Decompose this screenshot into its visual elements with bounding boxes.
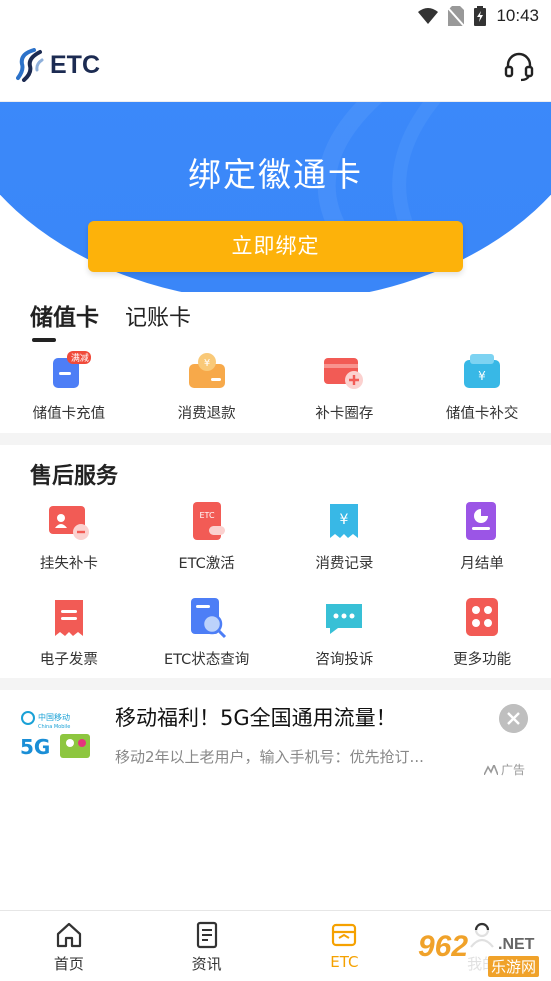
ad-banner[interactable]: 中国移动 China Mobile 5G 移动福利！5G全国通用流量！ 移动2年… — [0, 690, 551, 790]
card-recharge-item[interactable]: 满减 储值卡充值 — [0, 350, 138, 423]
monthly-statement-item[interactable]: 月结单 — [413, 500, 551, 573]
consumption-record-label: 消费记录 — [315, 556, 374, 572]
battery-icon — [474, 6, 487, 26]
bind-now-button[interactable]: 立即绑定 — [88, 221, 463, 272]
app-header: ETC — [0, 34, 551, 102]
etc-activate-label: ETC激活 — [178, 556, 235, 572]
more-functions-label: 更多功能 — [453, 652, 512, 668]
home-icon — [56, 922, 81, 948]
nav-home[interactable]: 首页 — [0, 911, 138, 981]
china-mobile-5g-logo: 中国移动 China Mobile 5G — [20, 711, 90, 759]
card-load-icon — [324, 358, 364, 389]
etc-logo-icon — [16, 48, 44, 82]
tab-credit-card[interactable]: 记账卡 — [125, 300, 191, 332]
etc-logo: ETC — [16, 48, 100, 82]
svg-text:¥: ¥ — [340, 512, 349, 528]
card-recharge-label: 储值卡充值 — [32, 406, 106, 422]
more-functions-item[interactable]: 更多功能 — [413, 596, 551, 669]
news-icon — [196, 921, 217, 949]
card-load-label: 补卡圈存 — [315, 406, 374, 422]
logo-text: ETC — [50, 50, 100, 79]
nav-etc-label: ETC — [330, 953, 359, 971]
etc-activate-icon: ETC — [192, 502, 225, 540]
ad-logo-en: China Mobile — [38, 724, 70, 730]
after-sales-title: 售后服务 — [30, 464, 119, 489]
site-watermark: 962 .NET 乐游网 — [412, 930, 547, 977]
after-sales-grid-row-2: 电子发票 ETC状态查询 咨询投诉 更多功能 — [0, 596, 551, 669]
card-supplement-icon: ¥ — [464, 354, 501, 388]
consult-complaint-icon — [326, 604, 363, 634]
watermark-number: 962 — [418, 930, 469, 963]
etc-status-query-item[interactable]: ETC状态查询 — [138, 596, 276, 669]
card-load-item[interactable]: 补卡圈存 — [276, 350, 414, 423]
banner-title: 绑定徽通卡 — [188, 155, 363, 194]
consult-complaint-item[interactable]: 咨询投诉 — [276, 596, 414, 669]
ad-close-icon[interactable] — [499, 704, 528, 733]
ad-source-icon — [484, 764, 498, 775]
etc-activate-icon-text: ETC — [199, 511, 214, 520]
etc-activate-item[interactable]: ETC ETC激活 — [138, 500, 276, 573]
refund-label: 消费退款 — [177, 406, 236, 422]
no-sim-icon — [448, 6, 465, 26]
etc-card-icon — [332, 923, 357, 947]
consult-complaint-label: 咨询投诉 — [315, 652, 374, 668]
ad-logo-cn: 中国移动 — [38, 712, 70, 722]
refund-icon: ¥ — [188, 353, 225, 388]
ad-description: 移动2年以上老用户，输入手机号：优先抢订... — [115, 748, 424, 766]
nav-etc[interactable]: ETC — [276, 911, 414, 981]
status-bar: 10:43 — [0, 0, 551, 34]
nav-home-label: 首页 — [53, 955, 84, 973]
card-supplement-label: 储值卡补交 — [445, 406, 519, 422]
nav-news[interactable]: 资讯 — [138, 911, 276, 981]
etc-status-query-label: ETC状态查询 — [163, 652, 250, 668]
monthly-statement-icon — [466, 502, 497, 540]
report-loss-icon — [48, 506, 89, 540]
consumption-record-item[interactable]: ¥ 消费记录 — [276, 500, 414, 573]
card-supplement-item[interactable]: ¥ 储值卡补交 — [413, 350, 551, 423]
svg-text:¥: ¥ — [478, 369, 486, 383]
svg-text:5G: 5G — [20, 735, 50, 759]
nav-news-label: 资讯 — [191, 955, 222, 973]
after-sales-grid-row-1: 挂失补卡 ETC ETC激活 ¥ 消费记录 月结单 — [0, 500, 551, 573]
more-functions-icon — [466, 598, 499, 636]
report-loss-item[interactable]: 挂失补卡 — [0, 500, 138, 573]
section-divider — [0, 433, 551, 445]
consumption-record-icon: ¥ — [330, 504, 359, 538]
card-type-tabs: 储值卡 记账卡 — [30, 298, 191, 342]
etc-status-query-icon — [190, 598, 226, 639]
customer-service-headset-icon[interactable] — [503, 50, 535, 82]
e-invoice-label: 电子发票 — [39, 652, 98, 668]
recharge-badge: 满减 — [70, 354, 89, 364]
watermark-subtitle: 乐游网 — [488, 956, 540, 977]
stored-value-grid: 满减 储值卡充值 ¥ 消费退款 补卡圈存 ¥ 储值卡补交 — [0, 350, 551, 423]
section-divider — [0, 678, 551, 690]
watermark-suffix: .NET — [498, 936, 535, 953]
monthly-statement-label: 月结单 — [460, 556, 504, 572]
ad-tag: 广告 — [484, 761, 525, 778]
tab-stored-value-card[interactable]: 储值卡 — [30, 298, 99, 342]
wifi-icon — [418, 8, 439, 24]
ad-title: 移动福利！5G全国通用流量！ — [115, 706, 397, 730]
ad-tag-label: 广告 — [501, 763, 526, 777]
refund-item[interactable]: ¥ 消费退款 — [138, 350, 276, 423]
report-loss-label: 挂失补卡 — [39, 556, 98, 572]
svg-text:¥: ¥ — [203, 358, 209, 369]
status-time: 10:43 — [496, 6, 539, 25]
e-invoice-item[interactable]: 电子发票 — [0, 596, 138, 669]
e-invoice-icon — [54, 600, 83, 636]
status-icons: 10:43 — [418, 6, 539, 26]
